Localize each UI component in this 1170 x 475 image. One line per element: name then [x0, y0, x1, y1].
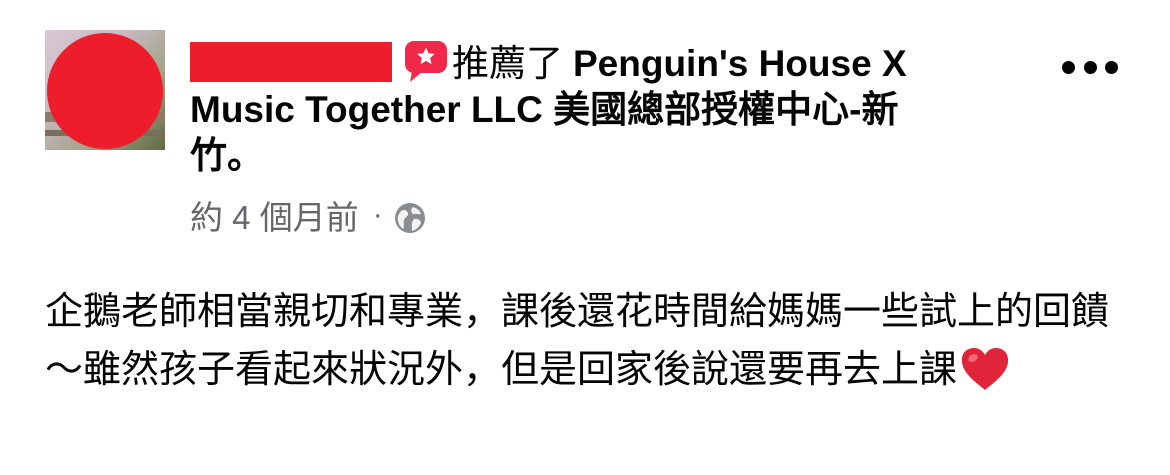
post-body: 企鵝老師相當親切和專業，課後還花時間給媽媽一些試上的回饋～雖然孩子看起來狀況外，…	[45, 283, 1125, 399]
post-header: 推薦了 Penguin's House X Music Together LLC …	[190, 40, 960, 179]
more-dot	[1105, 60, 1118, 74]
author-name-redacted[interactable]	[190, 42, 392, 82]
post-meta: 約 4 個月前 ·	[190, 193, 427, 237]
more-options-button[interactable]	[1062, 52, 1118, 82]
more-dot	[1062, 60, 1075, 74]
meta-separator: ·	[372, 198, 383, 231]
recommendation-post: 推薦了 Penguin's House X Music Together LLC …	[0, 0, 1170, 475]
recommend-badge-icon	[404, 40, 450, 84]
post-timestamp[interactable]: 約 4 個月前	[190, 191, 359, 239]
more-dot	[1083, 60, 1097, 74]
author-avatar[interactable]	[45, 30, 165, 150]
globe-icon[interactable]	[393, 201, 427, 235]
avatar-redaction	[47, 33, 163, 149]
post-body-text: 企鵝老師相當親切和專業，課後還花時間給媽媽一些試上的回饋～雖然孩子看起來狀況外，…	[45, 291, 1110, 391]
action-text: 推薦了	[452, 43, 563, 84]
heart-emoji	[959, 346, 1011, 392]
